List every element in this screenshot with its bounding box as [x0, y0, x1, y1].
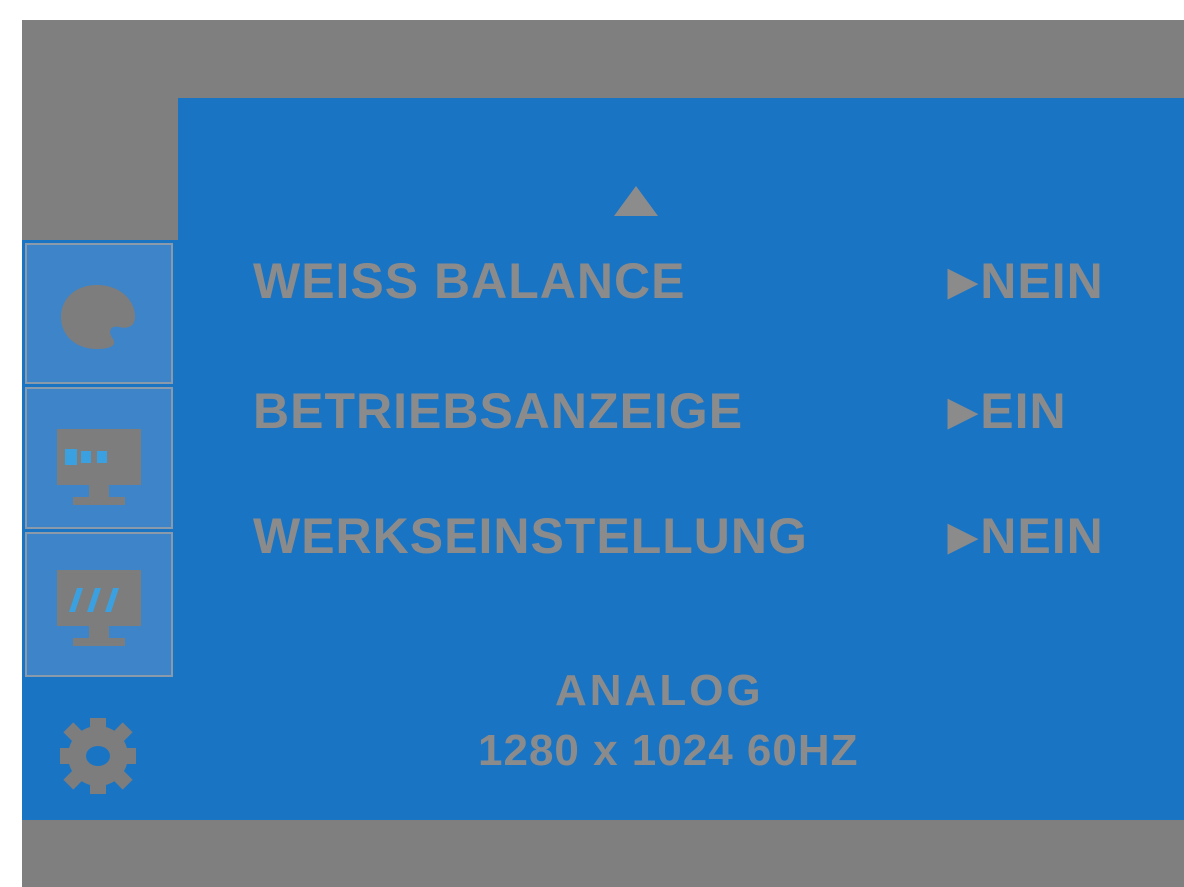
sidebar-settings[interactable]: [22, 680, 178, 820]
tab-color[interactable]: [25, 243, 173, 384]
tab-position[interactable]: [25, 387, 173, 529]
menu-item-label-betriebsanzeige[interactable]: BETRIEBSANZEIGE: [253, 382, 743, 440]
up-triangle-icon[interactable]: [614, 186, 658, 216]
menu-item-value-werkseinstellung[interactable]: ▶NEIN: [948, 507, 1104, 565]
menu-item-label-werkseinstellung[interactable]: WERKSEINSTELLUNG: [253, 507, 808, 565]
input-status: ANALOG: [555, 666, 764, 715]
value-marker-icon: ▶: [948, 516, 979, 558]
sidebar: [22, 240, 178, 680]
value-marker-icon: ▶: [948, 391, 979, 433]
value-text: EIN: [980, 383, 1067, 439]
value-text: NEIN: [980, 508, 1104, 564]
gear-icon: [60, 718, 136, 794]
monitor-tracking-icon: [57, 570, 141, 646]
value-text: NEIN: [980, 253, 1104, 309]
resolution-status: 1280 x 1024 60HZ: [478, 726, 859, 775]
menu-item-value-weiss-balance[interactable]: ▶NEIN: [948, 252, 1104, 310]
menu-item-value-betriebsanzeige[interactable]: ▶EIN: [948, 382, 1067, 440]
monitor-position-icon: [57, 429, 141, 505]
menu-item-label-weiss-balance[interactable]: WEISS BALANCE: [253, 252, 685, 310]
color-palette-icon: [61, 285, 135, 349]
value-marker-icon: ▶: [948, 261, 979, 303]
tab-tracking[interactable]: [25, 532, 173, 677]
